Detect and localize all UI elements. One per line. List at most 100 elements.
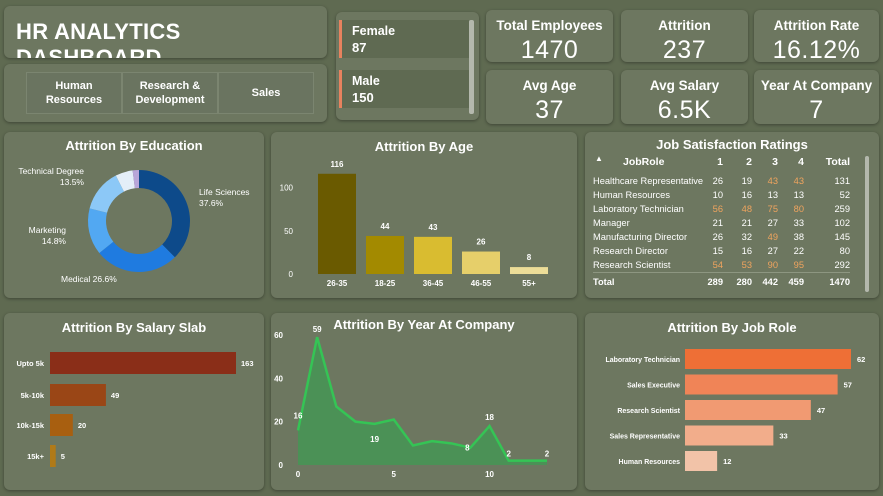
bar-value-label: 62 (857, 355, 865, 364)
jobrole-chart-card: Attrition By Job Role Laboratory Technic… (585, 313, 879, 490)
bar-10k-15k[interactable] (50, 414, 73, 436)
rating-cell: 16 (741, 246, 752, 256)
department-slicer: Human Resources Research & Development S… (4, 64, 327, 122)
column-header[interactable]: 4 (778, 156, 804, 174)
job-role-cell: Human Resources (593, 190, 670, 200)
rating-cell: 90 (767, 259, 778, 270)
kpi-value: 1470 (520, 36, 579, 62)
gender-label: Female (352, 24, 396, 38)
rating-cell: 13 (767, 190, 778, 200)
bar-55+[interactable] (510, 267, 548, 274)
total-cell: 292 (834, 259, 850, 270)
bar-upto-5k[interactable] (50, 352, 236, 374)
table-row[interactable]: Manufacturing Director 26 32 49 38 145 (593, 230, 850, 244)
total-cell: 52 (839, 190, 850, 200)
rating-cell: 27 (767, 218, 778, 228)
gender-item-female[interactable]: Female 87 (339, 20, 469, 58)
bar-value-label: 44 (381, 222, 390, 231)
x-tick-label: 10 (485, 470, 494, 479)
total-value-cell: 289 (705, 271, 723, 287)
table-total-row: Total 289 280 442 459 1470 (593, 271, 850, 287)
total-cell: 80 (839, 246, 850, 256)
gender-label: Male (352, 74, 380, 88)
rating-cell: 26 (712, 176, 723, 186)
kpi-value: 237 (662, 36, 707, 62)
x-tick-label: 5 (392, 470, 397, 479)
slice-label: Marketing (29, 225, 67, 235)
table-row[interactable]: Laboratory Technician 56 48 75 80 259 (593, 202, 850, 216)
bar-sales-executive[interactable] (685, 374, 838, 395)
table-row[interactable]: Research Director 15 16 27 22 80 (593, 244, 850, 258)
kpi-value: 6.5K (657, 96, 712, 124)
total-label: Total (593, 271, 705, 287)
donut-slice-life-sciences[interactable] (139, 170, 190, 258)
rating-cell: 26 (712, 232, 723, 242)
donut-slice-medical[interactable] (99, 241, 175, 272)
education-donut-chart: Life Sciences37.6% Medical 26.6% Marketing… (18, 166, 249, 284)
y-tick-label: 50 (284, 227, 293, 236)
bar-laboratory-technician[interactable] (685, 349, 851, 369)
bar-18-25[interactable] (366, 235, 404, 274)
kpi-label: Total Employees (496, 18, 603, 33)
slice-label: 14.8% (42, 236, 67, 246)
bar-sales-representative[interactable] (685, 425, 774, 446)
total-cell: 102 (834, 218, 850, 228)
bar-46-55[interactable] (462, 251, 500, 274)
column-header[interactable]: 3 (752, 156, 778, 174)
job-satisfaction-table: ▲ JobRole 1 2 3 4 Total Healthcare Repres… (593, 154, 850, 287)
bar-15k+[interactable] (50, 445, 56, 467)
category-label: Sales Representative (610, 434, 681, 441)
total-value-cell: 459 (778, 271, 804, 287)
table-scrollbar[interactable] (865, 156, 869, 292)
kpi-value: 7 (809, 96, 824, 124)
table-body: Healthcare Representative 26 19 43 43 131 Huma… (593, 174, 850, 287)
kpi-label: Avg Salary (649, 78, 720, 93)
total-value-cell: 1470 (804, 271, 850, 287)
rating-cell: 56 (712, 204, 723, 214)
kpi-year-at-company: Year At Company 7 (754, 70, 879, 124)
category-label: 5k-10k (21, 391, 45, 400)
rating-cell: 48 (741, 204, 752, 214)
bar-human-resources[interactable] (685, 451, 718, 471)
bar-research-scientist[interactable] (685, 400, 811, 420)
y-tick-label: 0 (289, 270, 294, 279)
job-role-cell: Manager (593, 218, 630, 228)
kpi-label: Attrition (658, 18, 711, 33)
gender-scrollbar[interactable] (469, 20, 474, 114)
x-tick-label: 46-55 (471, 279, 492, 288)
category-label: Laboratory Technician (605, 357, 680, 364)
rating-cell: 75 (767, 204, 778, 214)
kpi-total-employees: Total Employees 1470 (486, 10, 613, 62)
column-header[interactable]: 2 (723, 156, 752, 174)
table-row[interactable]: Research Scientist 54 53 90 95 292 (593, 258, 850, 272)
rating-cell: 13 (793, 190, 804, 200)
slice-label: 13.5% (60, 177, 85, 187)
y-tick-label: 60 (274, 331, 283, 340)
job-role-cell: Laboratory Technician (593, 204, 684, 214)
bar-26-35[interactable] (318, 173, 356, 274)
salary-bar-chart: Upto 5k 163 5k-10k 49 10k-15k 20 15k+ 5 (16, 352, 254, 467)
rating-cell: 32 (741, 232, 752, 242)
table-header-row: ▲ JobRole 1 2 3 4 Total (593, 154, 850, 174)
rating-cell: 21 (741, 218, 752, 228)
dept-button-human-resources[interactable]: Human Resources (26, 72, 122, 114)
table-row[interactable]: Healthcare Representative 26 19 43 43 131 (593, 174, 850, 188)
bar-value-label: 5 (61, 452, 65, 461)
table-row[interactable]: Human Resources 10 16 13 13 52 (593, 188, 850, 202)
table-row[interactable]: Manager 21 21 27 33 102 (593, 216, 850, 230)
column-header[interactable]: Total (804, 156, 850, 174)
bar-5k-10k[interactable] (50, 384, 106, 406)
bar-36-45[interactable] (414, 236, 452, 274)
rating-cell: 43 (767, 176, 778, 186)
education-chart-card: Attrition By Education Life Sciences 37.6… (4, 132, 264, 298)
table-title: Job Satisfaction Ratings (656, 137, 808, 152)
dept-label: Human Resources (45, 80, 103, 106)
dept-button-sales[interactable]: Sales (218, 72, 314, 114)
bar-value-label: 116 (331, 160, 344, 169)
gender-item-male[interactable]: Male 150 (339, 70, 469, 108)
column-header[interactable]: ▲ JobRole (593, 154, 705, 174)
bar-value-label: 8 (527, 253, 532, 262)
gender-value: 87 (352, 40, 367, 55)
column-header[interactable]: 1 (705, 156, 723, 174)
dept-button-research-development[interactable]: Research & Development (122, 72, 218, 114)
